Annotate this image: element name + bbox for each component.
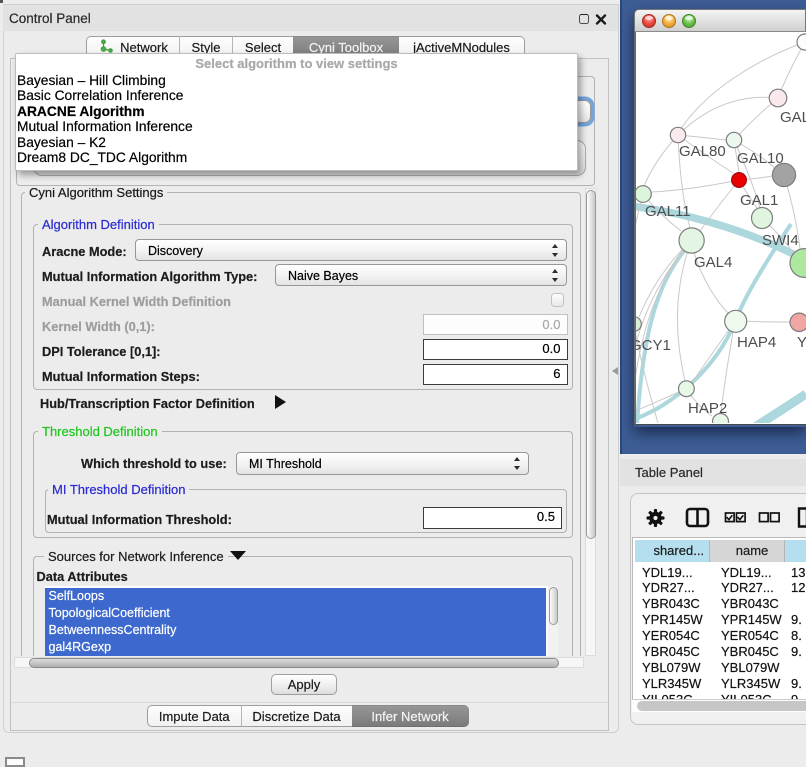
svg-text:YM: YM [797,334,806,351]
svg-text:SWI4: SWI4 [762,232,799,249]
svg-text:GAL11: GAL11 [645,203,691,220]
svg-text:GAL4: GAL4 [694,254,732,271]
svg-text:HAP2: HAP2 [688,400,727,417]
svg-text:GAL80: GAL80 [679,143,726,160]
svg-text:GAL1: GAL1 [740,192,778,209]
svg-text:GAL10: GAL10 [737,150,784,167]
svg-text:HAP4: HAP4 [737,334,776,351]
svg-text:GAL7: GAL7 [780,109,806,126]
svg-text:GCY1: GCY1 [636,337,671,354]
